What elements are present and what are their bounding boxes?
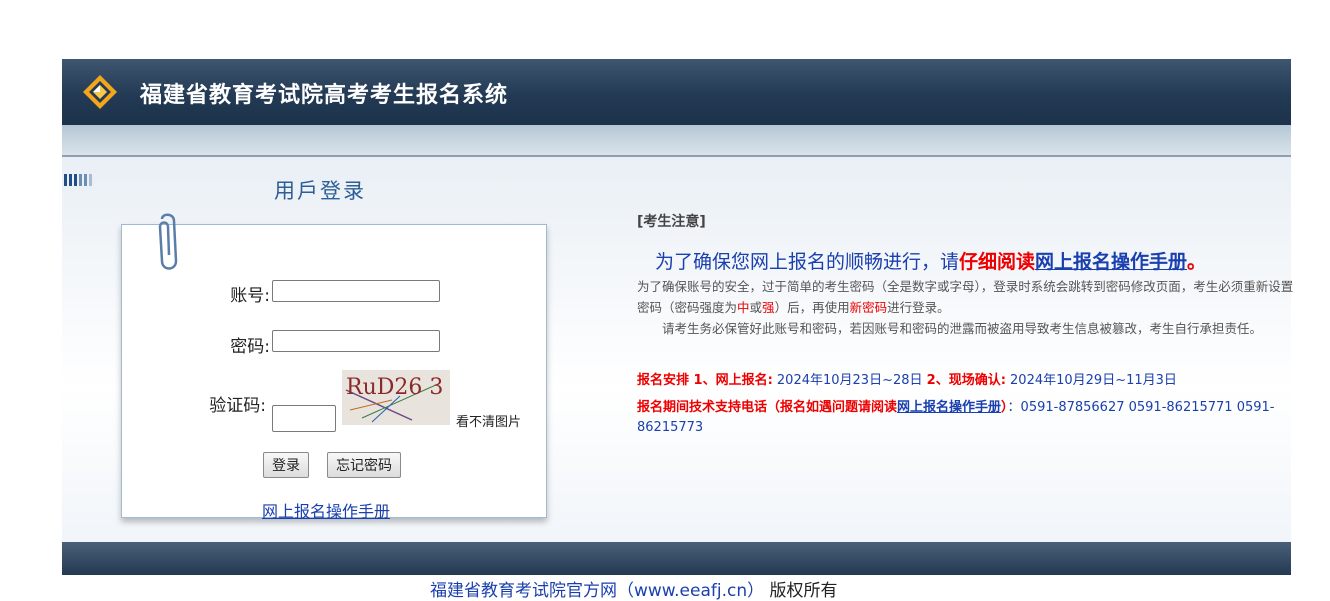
footer-bar	[62, 542, 1291, 575]
captcha-label: 验证码:	[209, 396, 266, 416]
login-title: 用戶登录	[274, 179, 366, 203]
password-label: 密码:	[230, 337, 270, 357]
para1-zhong: 中	[737, 300, 750, 315]
schedule-line: 报名安排 1、网上报名: 2024年10月23日~28日 2、现场确认: 202…	[637, 369, 1297, 388]
schedule-onsite-dates: 2024年10月29日~11月3日	[1005, 373, 1177, 388]
captcha-image[interactable]: RuD26 3	[342, 370, 450, 425]
support-label: 报名期间技术支持电话（报名如遇问题请阅读	[637, 400, 898, 415]
header-subbar	[62, 125, 1291, 157]
notice-heading: [考生注意]	[637, 214, 706, 230]
site-header: 福建省教育考试院高考考生报名系统	[62, 59, 1291, 125]
notice-headline-suffix: 。	[1187, 251, 1207, 273]
notice-headline: 为了确保您网上报名的顺畅进行，请仔细阅读网上报名操作手册。	[655, 247, 1297, 274]
site-title: 福建省教育考试院高考考生报名系统	[140, 83, 509, 108]
forgot-password-button[interactable]: 忘记密码	[327, 452, 401, 478]
account-input[interactable]	[272, 280, 440, 302]
para1-text-b: ）后，再使用	[774, 300, 850, 315]
notice-paragraph-1: 为了确保账号的安全，过于简单的考生密码（全是数字或字母），登录时系统会跳转到密码…	[637, 276, 1297, 318]
eeafj-diamond-logo-icon	[83, 75, 117, 109]
paperclip-icon	[158, 213, 178, 270]
support-line: 报名期间技术支持电话（报名如遇问题请阅读网上报名操作手册）：0591-87856…	[637, 398, 1297, 438]
stripes-decoration-icon	[64, 171, 98, 186]
para1-qiang: 强	[762, 300, 775, 315]
login-box: 账号: 密码: 验证码: RuD26 3 看不清图片 登录 忘记密码 网上报名操…	[121, 213, 547, 521]
schedule-online-dates: 2024年10月23日~28日	[772, 373, 927, 388]
notice-panel: [考生注意] 为了确保您网上报名的顺畅进行，请仔细阅读网上报名操作手册。 为了确…	[637, 211, 1297, 438]
copyright-rights: 版权所有	[764, 581, 838, 601]
manual-link[interactable]: 网上报名操作手册	[262, 498, 390, 522]
notice-paragraph-2: 请考生务必保管好此账号和密码，若因账号和密码的泄露而被盗用导致考生信息被篡改，考…	[662, 321, 1263, 336]
copyright: 福建省教育考试院官方网（www.eeafj.cn） 版权所有	[430, 576, 838, 601]
password-input[interactable]	[272, 330, 440, 352]
schedule-label-2: 2、现场确认:	[926, 373, 1006, 388]
para1-new-password: 新密码	[849, 300, 888, 315]
account-label: 账号:	[230, 286, 270, 306]
captcha-text: RuD26 3	[346, 375, 443, 400]
login-button[interactable]: 登录	[263, 452, 309, 478]
main-panel: 用戶登录 账号: 密码: 验证码: RuD26 3 看不清图片 登录 忘记密码 …	[62, 157, 1293, 542]
notice-manual-link[interactable]: 网上报名操作手册	[1035, 251, 1187, 273]
refresh-captcha-link[interactable]: 看不清图片	[456, 411, 521, 430]
captcha-input[interactable]	[272, 405, 336, 432]
notice-headline-red: 仔细阅读	[959, 251, 1036, 273]
para1-text-c: 进行登录。	[887, 300, 950, 315]
support-manual-link[interactable]: 网上报名操作手册	[897, 400, 1001, 415]
notice-headline-prefix: 为了确保您网上报名的顺畅进行，请	[655, 251, 960, 273]
schedule-label: 报名安排 1、网上报名:	[637, 373, 773, 388]
official-site-link[interactable]: 福建省教育考试院官方网（www.eeafj.cn）	[430, 581, 764, 601]
para1-text-a: 为了确保账号的安全，过于简单的考生密码（全是数字或字母），登录时系统会跳转到密码…	[637, 279, 1294, 315]
para1-or: 或	[749, 300, 763, 315]
